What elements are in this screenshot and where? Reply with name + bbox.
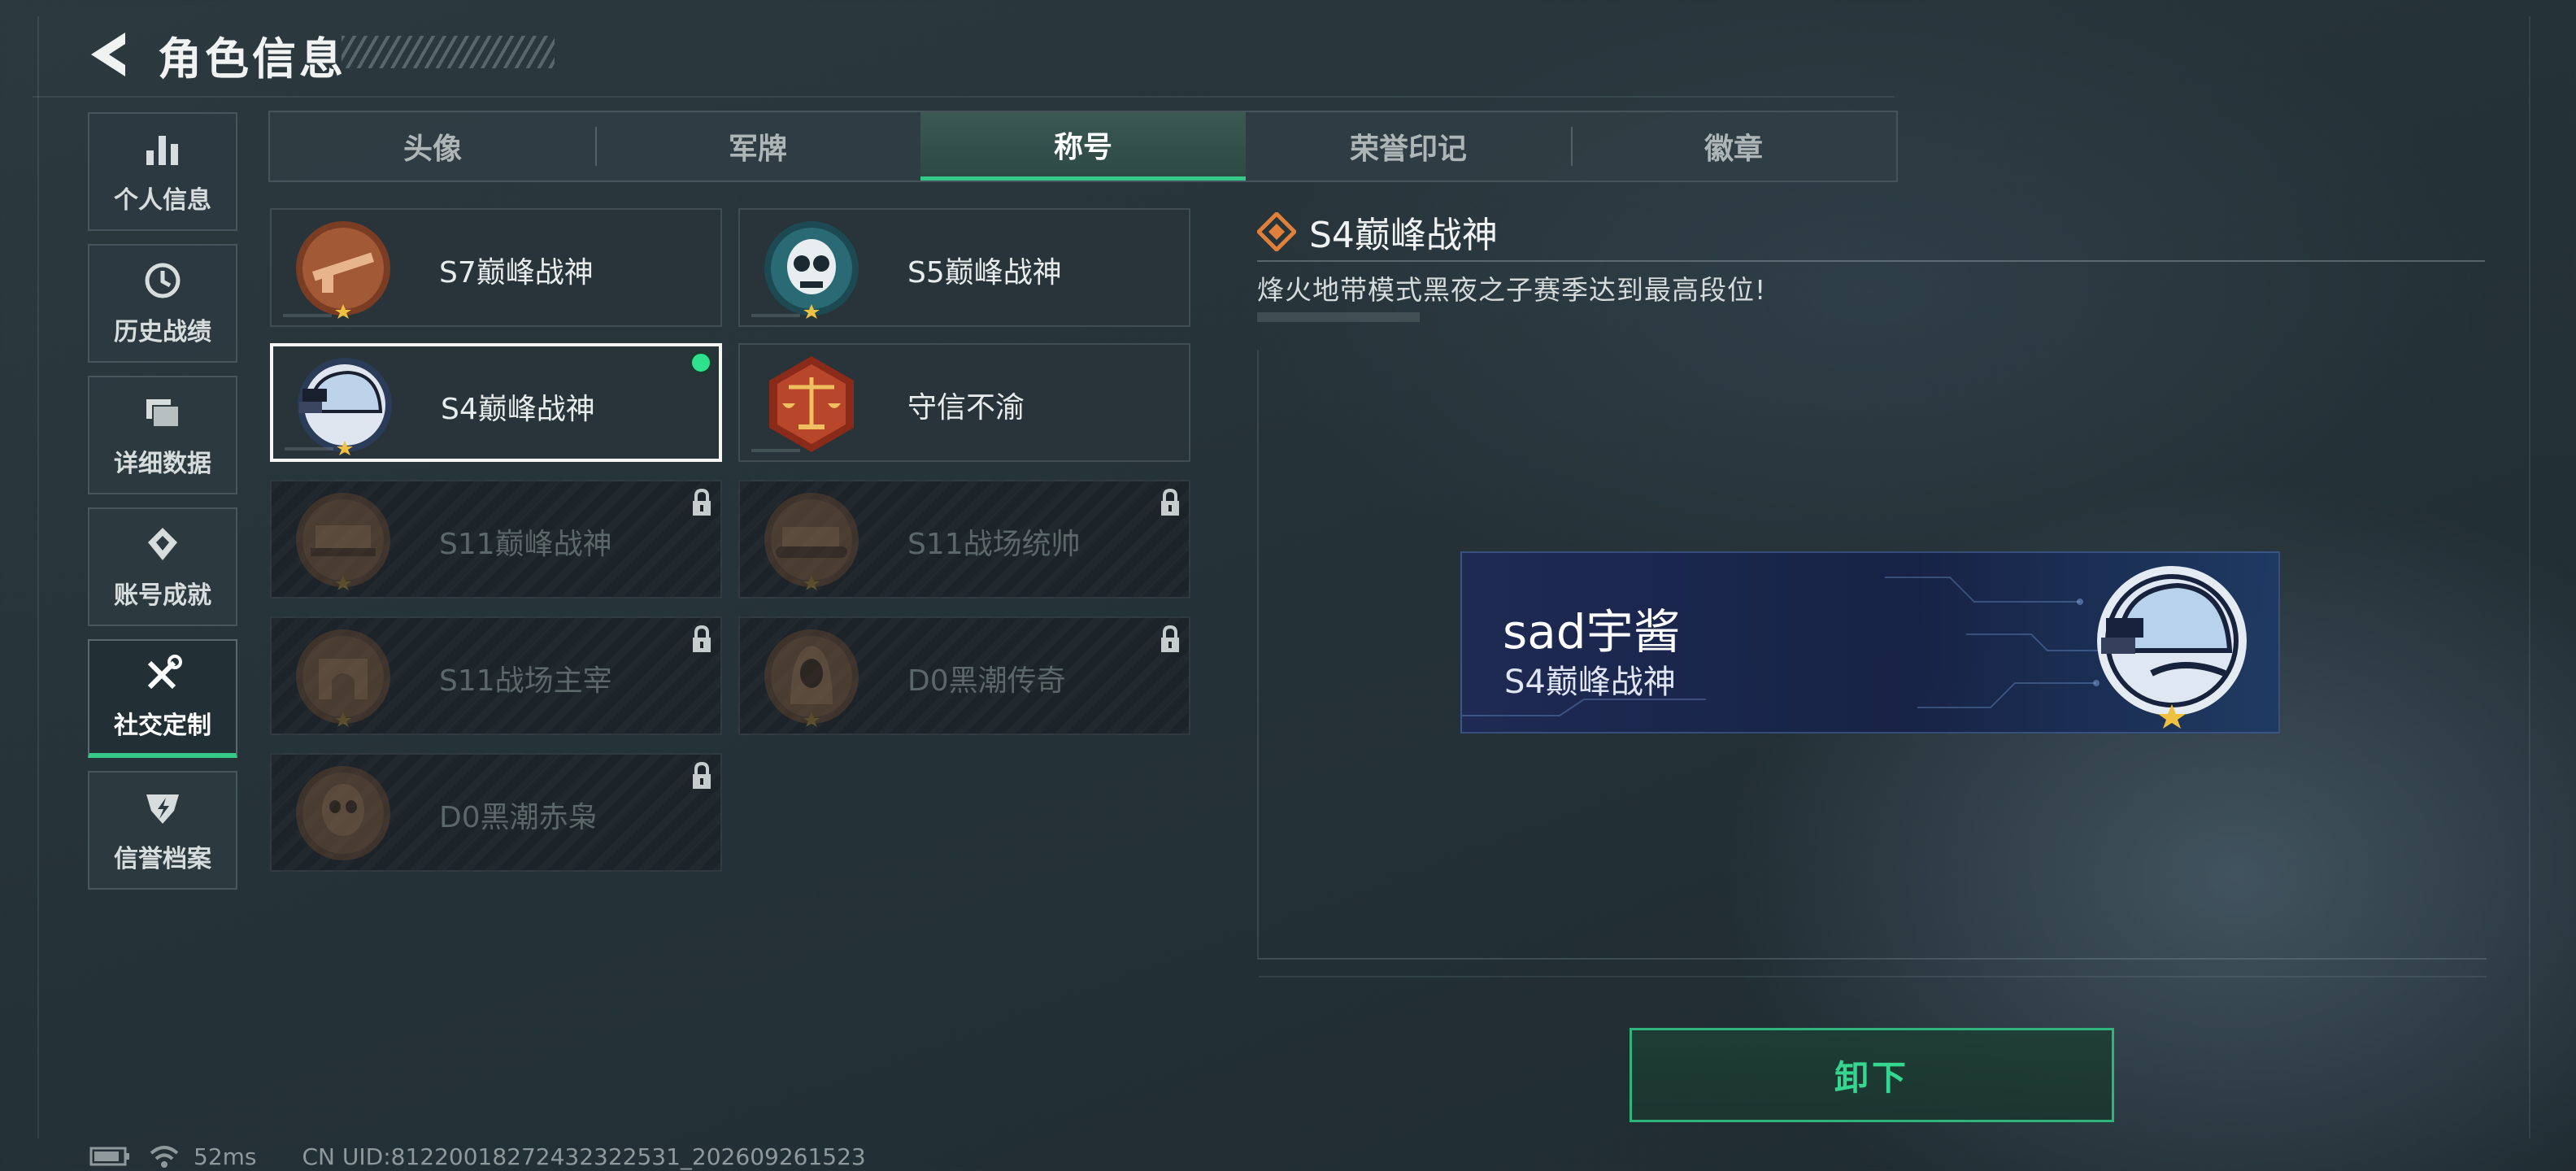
reputation-shield-icon (146, 794, 179, 824)
detail-title: S4巅峰战神 (1309, 215, 1498, 256)
title-stripes-decoration (342, 36, 555, 68)
sidebar-item-label: 个人信息 (114, 186, 211, 215)
uid-text: CN UID:81220018272432322531_202609261523 (302, 1143, 866, 1170)
page-title: 角色信息 (158, 33, 346, 85)
s4-helmet-medal-icon (2097, 566, 2247, 729)
title-card-s11-commander[interactable]: S11战场统帅 (738, 480, 1190, 599)
description-decoration-bar (1257, 312, 1420, 322)
sidebar-item-details[interactable]: 详细数据 (88, 376, 237, 494)
lock-icon (1161, 625, 1179, 652)
detail-header: S4巅峰战神 (1257, 203, 2485, 262)
back-arrow-icon[interactable] (81, 26, 138, 83)
tab-avatar[interactable]: 头像 (270, 112, 595, 181)
tab-label: 军牌 (728, 133, 787, 166)
category-tabs: 头像 军牌 称号 荣誉印记 徽章 (268, 111, 1898, 182)
lock-icon (693, 761, 711, 789)
title-card-name: D0黑潮赤枭 (439, 801, 598, 834)
tab-honor-mark[interactable]: 荣誉印记 (1246, 112, 1571, 181)
tab-label: 称号 (1053, 130, 1112, 164)
battery-icon (89, 1147, 129, 1166)
title-card-name: S11战场统帅 (907, 528, 1081, 561)
d0-hooded-medal-icon (764, 629, 859, 727)
card-decoration (285, 447, 333, 451)
achievement-icon (148, 528, 177, 560)
nameplate-preview: sad宇酱 S4巅峰战神 (1460, 551, 2280, 734)
scales-medal-icon (769, 356, 854, 452)
card-decoration (283, 314, 332, 317)
sidebar-item-history[interactable]: 历史战绩 (88, 244, 237, 363)
history-clock-icon (145, 263, 181, 298)
s4-helmet-medal-icon (298, 358, 392, 455)
sidebar-item-label: 信誉档案 (114, 845, 211, 873)
data-cards-icon (146, 399, 180, 428)
unequip-button-label: 卸下 (1834, 1057, 1909, 1098)
title-card-name: S7巅峰战神 (439, 256, 594, 289)
tools-icon (147, 655, 182, 690)
title-card-name: S4巅峰战神 (441, 393, 595, 426)
title-card-s11-god[interactable]: S11巅峰战神 (270, 480, 722, 599)
ping-value: 52ms (194, 1143, 257, 1170)
title-card-name: S11战场主宰 (439, 664, 612, 698)
sidebar-item-profile[interactable]: 个人信息 (88, 112, 237, 231)
s5-skull-medal-icon (764, 221, 859, 319)
sidebar-item-achievements[interactable]: 账号成就 (88, 507, 237, 626)
equipped-indicator-dot (690, 351, 712, 374)
s7-rifle-medal-icon (296, 221, 390, 319)
tab-label: 徽章 (1704, 133, 1763, 166)
page-header: 角色信息 (81, 18, 346, 91)
tab-badge[interactable]: 徽章 (1571, 112, 1896, 181)
lock-icon (693, 625, 711, 652)
title-card-s5[interactable]: S5巅峰战神 (738, 208, 1190, 327)
nameplate-player-name: sad宇酱 (1503, 604, 1681, 660)
s11-vehicle-medal-icon (296, 493, 390, 590)
tab-label: 荣誉印记 (1349, 133, 1467, 166)
status-bar: 52ms CN UID:81220018272432322531_2026092… (89, 1140, 866, 1171)
tab-label: 头像 (402, 133, 462, 166)
sidebar-item-label: 社交定制 (114, 712, 211, 740)
sidebar-item-reputation[interactable]: 信誉档案 (88, 771, 237, 890)
d0-skull-medal-icon (296, 766, 390, 860)
card-decoration (751, 314, 800, 317)
title-card-s4[interactable]: S4巅峰战神 (270, 343, 722, 462)
tab-dog-tag[interactable]: 军牌 (595, 112, 920, 181)
title-card-d0-legend[interactable]: D0黑潮传奇 (738, 616, 1190, 735)
s11-arch-medal-icon (296, 629, 390, 727)
lock-icon (1161, 488, 1179, 516)
title-card-name: S5巅峰战神 (907, 256, 1062, 289)
bar-chart-icon (146, 136, 178, 165)
sidebar-item-label: 账号成就 (114, 581, 211, 610)
title-card-integrity[interactable]: 守信不渝 (738, 343, 1190, 462)
nameplate-title: S4巅峰战神 (1504, 664, 1676, 701)
title-card-name: S11巅峰战神 (439, 528, 612, 561)
unequip-button[interactable]: 卸下 (1630, 1028, 2114, 1122)
diamond-title-icon (1257, 212, 1296, 251)
sidebar-item-social[interactable]: 社交定制 (88, 639, 237, 758)
tab-title[interactable]: 称号 (920, 112, 1246, 181)
frame-line-left (37, 16, 39, 1138)
sidebar: 个人信息 历史战绩 详细数据 账号成就 社交定制 信誉档案 (88, 112, 237, 903)
title-card-d0-owl[interactable]: D0黑潮赤枭 (270, 753, 722, 872)
sidebar-item-label: 历史战绩 (114, 318, 211, 346)
lock-icon (693, 488, 711, 516)
sidebar-item-label: 详细数据 (114, 450, 211, 478)
title-card-s7[interactable]: S7巅峰战神 (270, 208, 722, 327)
detail-description: 烽火地带模式黑夜之子赛季达到最高段位! (1257, 274, 1767, 306)
wifi-icon (150, 1146, 179, 1168)
frame-line-top (33, 96, 1895, 98)
title-card-name: 守信不渝 (907, 391, 1025, 424)
title-card-name: D0黑潮传奇 (907, 664, 1066, 698)
card-decoration (751, 449, 800, 452)
title-card-s11-ruler[interactable]: S11战场主宰 (270, 616, 722, 735)
frame-line-right (2529, 16, 2530, 1138)
s11-tank-medal-icon (764, 493, 859, 590)
